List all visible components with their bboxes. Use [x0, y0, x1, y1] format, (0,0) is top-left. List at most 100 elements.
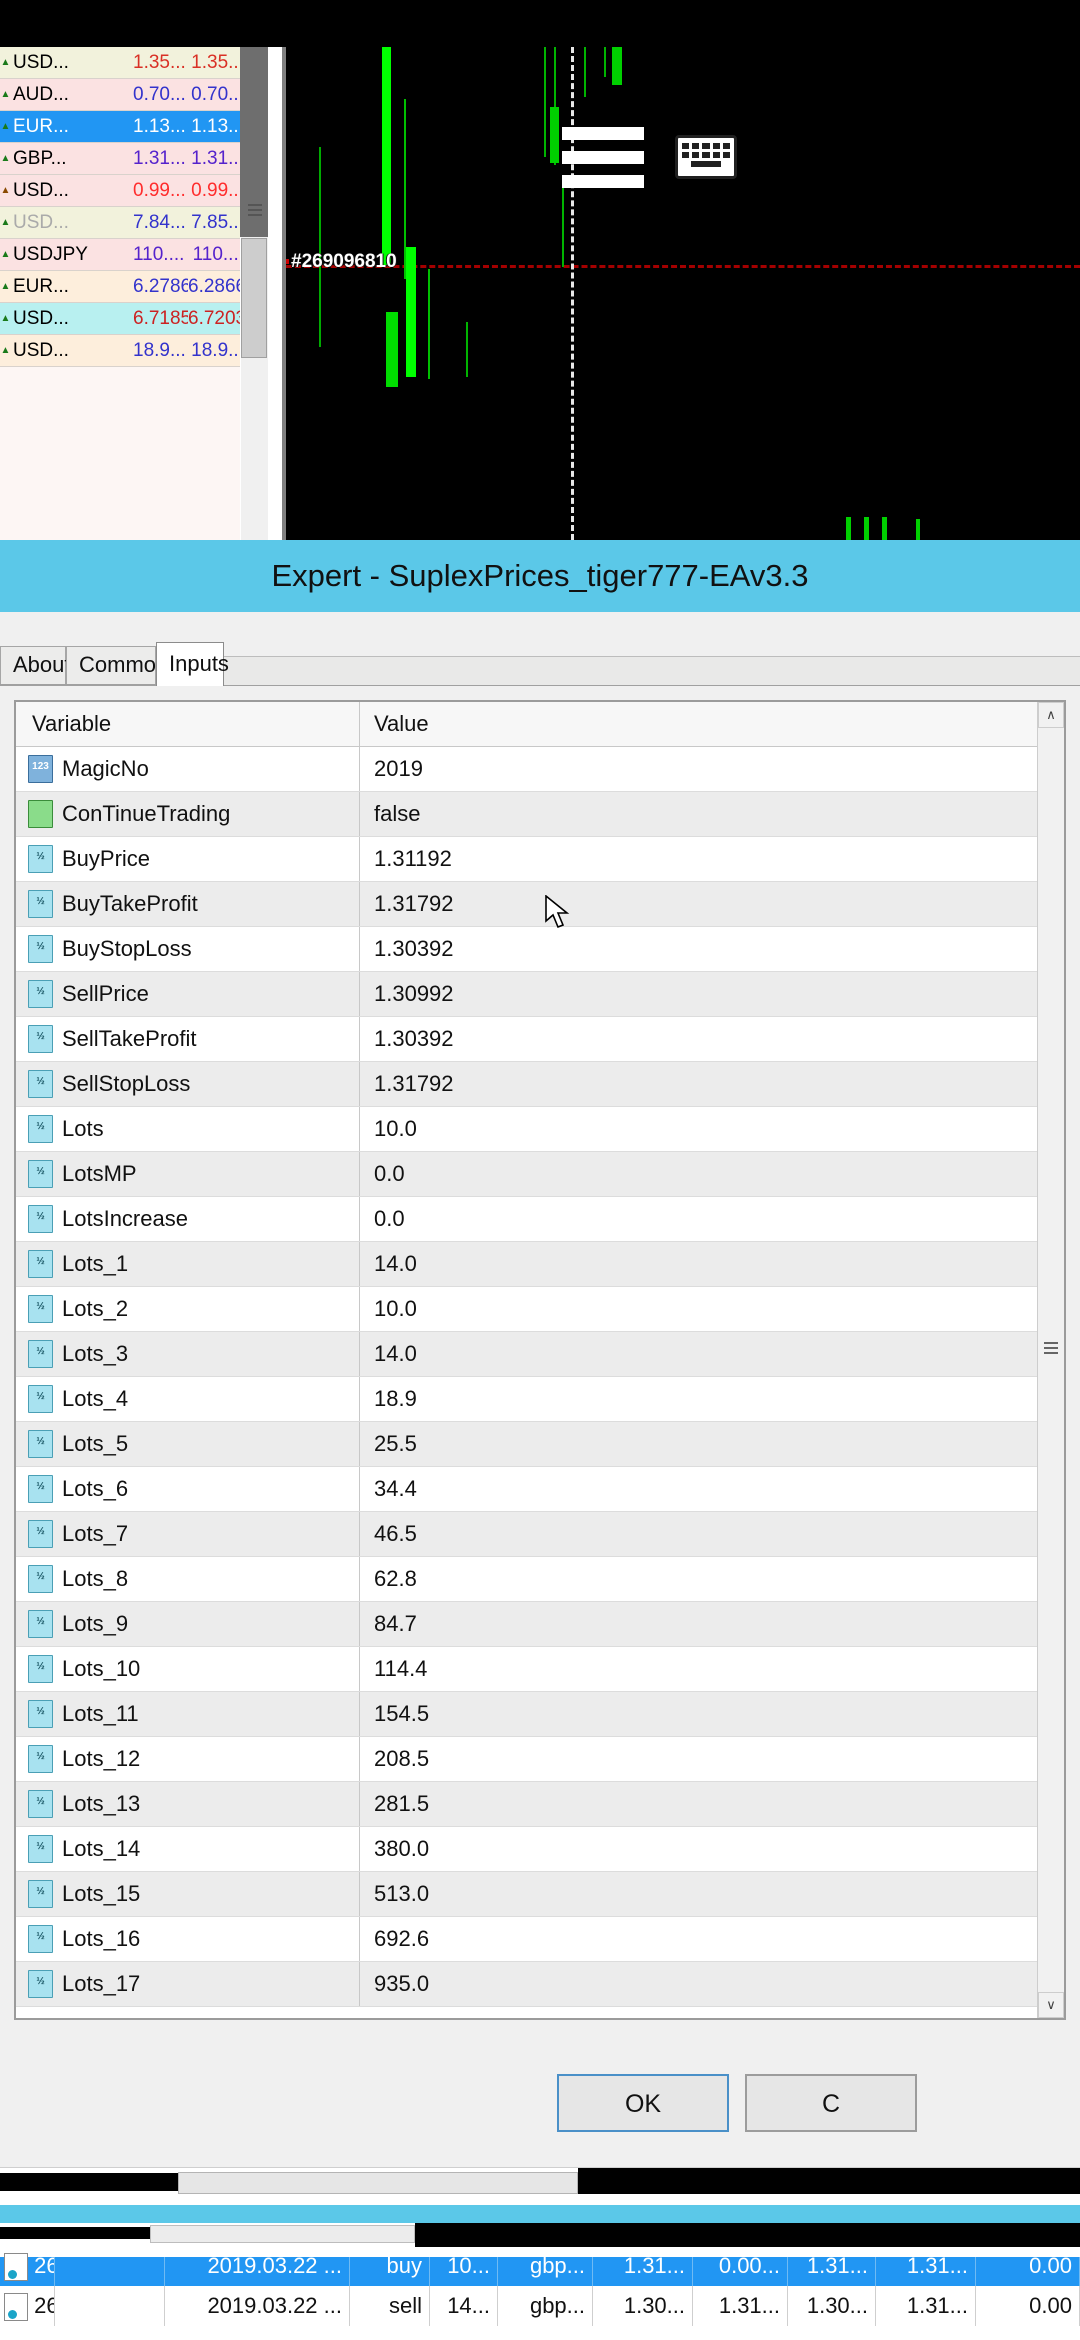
- scroll-down-button[interactable]: ∨: [1038, 1992, 1064, 2018]
- inputs-grid-cell-variable: ½Lots_1: [16, 1242, 360, 1286]
- keyboard-icon[interactable]: [675, 135, 737, 179]
- price-chart[interactable]: #269096810: [286, 47, 1080, 540]
- inputs-grid-row[interactable]: ½LotsIncrease0.0: [16, 1197, 1064, 1242]
- inputs-value-field[interactable]: 62.8: [360, 1557, 1064, 1601]
- market-watch-row[interactable]: ▲EUR...1.13...1.13...: [0, 111, 240, 143]
- terminal-cell: 1.30...: [788, 2286, 876, 2326]
- terminal-splitter[interactable]: [0, 2223, 1080, 2257]
- inputs-value-field[interactable]: 10.0: [360, 1107, 1064, 1151]
- inputs-value-field[interactable]: 0.0: [360, 1152, 1064, 1196]
- market-watch-row[interactable]: ▲AUD...0.70...0.70...: [0, 79, 240, 111]
- inputs-grid-row[interactable]: ½Lots_11154.5: [16, 1692, 1064, 1737]
- inputs-value-field[interactable]: 1.31192: [360, 837, 1064, 881]
- horizontal-scroll-track[interactable]: [178, 2172, 578, 2194]
- inputs-grid-cell-variable: 123MagicNo: [16, 747, 360, 791]
- market-watch-row[interactable]: ▲USD...18.9...18.9...: [0, 335, 240, 367]
- tab-common[interactable]: Common: [66, 646, 156, 684]
- cancel-button[interactable]: C: [745, 2074, 917, 2132]
- inputs-value-field[interactable]: 2019: [360, 747, 1064, 791]
- inputs-value-field[interactable]: false: [360, 792, 1064, 836]
- inputs-grid-row[interactable]: ½Lots_984.7: [16, 1602, 1064, 1647]
- market-watch-row[interactable]: ▲GBP...1.31...1.31...: [0, 143, 240, 175]
- inputs-grid[interactable]: Variable Value 123MagicNo2019ConTinueTra…: [14, 700, 1066, 2020]
- grid-vertical-scrollbar[interactable]: ∧ ∨: [1037, 702, 1064, 2018]
- inputs-grid-row[interactable]: ½BuyTakeProfit1.31792: [16, 882, 1064, 927]
- double-icon: ½: [28, 845, 53, 873]
- double-icon: ½: [28, 1790, 53, 1818]
- inputs-grid-row[interactable]: ½Lots_634.4: [16, 1467, 1064, 1512]
- inputs-grid-row[interactable]: ½Lots_114.0: [16, 1242, 1064, 1287]
- inputs-grid-row[interactable]: ½Lots_10114.4: [16, 1647, 1064, 1692]
- inputs-grid-row[interactable]: 123MagicNo2019: [16, 747, 1064, 792]
- inputs-value-field[interactable]: 18.9: [360, 1377, 1064, 1421]
- inputs-value-field[interactable]: 34.4: [360, 1467, 1064, 1511]
- inputs-value-field[interactable]: 1.30992: [360, 972, 1064, 1016]
- inputs-grid-cell-variable: ½Lots_2: [16, 1287, 360, 1331]
- inputs-grid-row[interactable]: ½BuyPrice1.31192: [16, 837, 1064, 882]
- inputs-variable-name: SellStopLoss: [62, 1062, 190, 1106]
- inputs-grid-row[interactable]: ½SellTakeProfit1.30392: [16, 1017, 1064, 1062]
- inputs-grid-row[interactable]: ½Lots_17935.0: [16, 1962, 1064, 2007]
- market-watch-row[interactable]: ▲USDJPY110....110....: [0, 239, 240, 271]
- inputs-value-field[interactable]: 380.0: [360, 1827, 1064, 1871]
- double-icon: ½: [28, 1070, 53, 1098]
- inputs-grid-row[interactable]: ½LotsMP0.0: [16, 1152, 1064, 1197]
- inputs-value-field[interactable]: 14.0: [360, 1242, 1064, 1286]
- inputs-value-field[interactable]: 513.0: [360, 1872, 1064, 1916]
- inputs-value-field[interactable]: 208.5: [360, 1737, 1064, 1781]
- order-label: #269096810: [291, 251, 397, 273]
- inputs-value-field[interactable]: 1.31792: [360, 882, 1064, 926]
- double-icon: ½: [28, 935, 53, 963]
- inputs-value-field[interactable]: 84.7: [360, 1602, 1064, 1646]
- trend-up-icon: ▲: [0, 303, 11, 335]
- inputs-grid-row[interactable]: ½Lots_746.5: [16, 1512, 1064, 1557]
- dialog-title-bar[interactable]: Expert - SuplexPrices_tiger777-EAv3.3: [0, 540, 1080, 612]
- hamburger-menu-icon[interactable]: [562, 127, 644, 189]
- inputs-grid-row[interactable]: ConTinueTradingfalse: [16, 792, 1064, 837]
- ok-button[interactable]: OK: [557, 2074, 729, 2132]
- inputs-value-field[interactable]: 114.4: [360, 1647, 1064, 1691]
- terminal-table-row[interactable]: 269...2019.03.22 ...sell14...gbp...1.30.…: [0, 2286, 1080, 2326]
- inputs-value-field[interactable]: 46.5: [360, 1512, 1064, 1556]
- inputs-value-field[interactable]: 1.30392: [360, 1017, 1064, 1061]
- inputs-grid-row[interactable]: ½Lots_16692.6: [16, 1917, 1064, 1962]
- market-watch-row[interactable]: ▲USD...1.35...1.35...: [0, 47, 240, 79]
- market-watch-row[interactable]: ▲USD...0.99...0.99...: [0, 175, 240, 207]
- inputs-value-field[interactable]: 935.0: [360, 1962, 1064, 2006]
- inputs-value-field[interactable]: 281.5: [360, 1782, 1064, 1826]
- double-icon: ½: [28, 1745, 53, 1773]
- inputs-grid-row[interactable]: ½Lots_314.0: [16, 1332, 1064, 1377]
- market-watch-row[interactable]: ▲USD...7.84...7.85...: [0, 207, 240, 239]
- inputs-grid-row[interactable]: ½Lots_525.5: [16, 1422, 1064, 1467]
- inputs-grid-row[interactable]: ½Lots_13281.5: [16, 1782, 1064, 1827]
- tab-inputs[interactable]: Inputs: [156, 642, 224, 686]
- inputs-grid-row[interactable]: ½Lots_418.9: [16, 1377, 1064, 1422]
- tab-about[interactable]: About: [0, 646, 66, 684]
- inputs-value-field[interactable]: 692.6: [360, 1917, 1064, 1961]
- market-watch-scroll-thumb[interactable]: [241, 238, 267, 358]
- inputs-value-field[interactable]: 0.0: [360, 1197, 1064, 1241]
- inputs-value-field[interactable]: 25.5: [360, 1422, 1064, 1466]
- terminal-scroll-thumb[interactable]: [0, 2227, 150, 2239]
- terminal-scroll-track[interactable]: [150, 2225, 415, 2243]
- inputs-grid-row[interactable]: ½Lots_14380.0: [16, 1827, 1064, 1872]
- inputs-grid-row[interactable]: ½Lots_12208.5: [16, 1737, 1064, 1782]
- scroll-up-button[interactable]: ∧: [1038, 702, 1064, 728]
- inputs-grid-row[interactable]: ½BuyStopLoss1.30392: [16, 927, 1064, 972]
- inputs-value-field[interactable]: 1.31792: [360, 1062, 1064, 1106]
- inputs-value-field[interactable]: 1.30392: [360, 927, 1064, 971]
- horizontal-scrollbar[interactable]: [0, 2167, 1080, 2206]
- inputs-value-field[interactable]: 10.0: [360, 1287, 1064, 1331]
- inputs-grid-row[interactable]: ½Lots_15513.0: [16, 1872, 1064, 1917]
- horizontal-scroll-thumb[interactable]: [0, 2173, 178, 2191]
- market-watch-row[interactable]: ▲EUR...6.27866.2866: [0, 271, 240, 303]
- market-watch-panel[interactable]: ▲USD...1.35...1.35...▲AUD...0.70...0.70.…: [0, 47, 240, 540]
- inputs-grid-row[interactable]: ½SellPrice1.30992: [16, 972, 1064, 1017]
- market-watch-row[interactable]: ▲USD...6.71856.7203: [0, 303, 240, 335]
- inputs-value-field[interactable]: 154.5: [360, 1692, 1064, 1736]
- inputs-grid-row[interactable]: ½Lots_862.8: [16, 1557, 1064, 1602]
- inputs-grid-row[interactable]: ½Lots_210.0: [16, 1287, 1064, 1332]
- inputs-grid-row[interactable]: ½Lots10.0: [16, 1107, 1064, 1152]
- inputs-grid-row[interactable]: ½ SellStopLoss 1.31792: [16, 1062, 1064, 1107]
- inputs-value-field[interactable]: 14.0: [360, 1332, 1064, 1376]
